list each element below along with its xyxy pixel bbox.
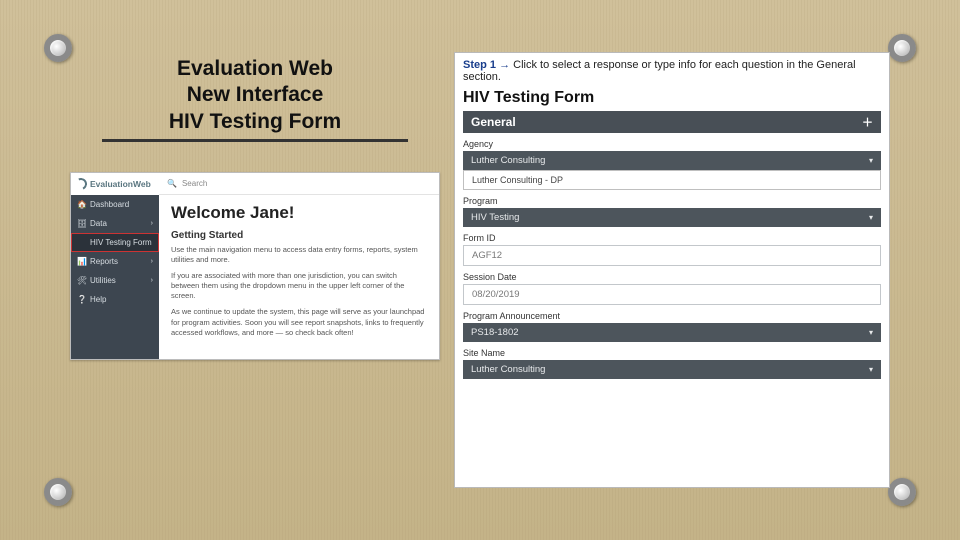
database-icon: 🗄: [77, 219, 86, 228]
form-id-label: Form ID: [463, 233, 881, 243]
agency-select[interactable]: Luther Consulting ▾: [463, 151, 881, 170]
chevron-right-icon: ›: [151, 220, 153, 227]
welcome-area: Welcome Jane! Getting Started Use the ma…: [159, 195, 439, 352]
nav-label: Reports: [90, 257, 118, 266]
nav-label: Utilities: [90, 276, 116, 285]
brand-logo-icon: [73, 176, 88, 191]
site-name-select[interactable]: Luther Consulting ▾: [463, 360, 881, 379]
nav-label: HIV Testing Form: [90, 238, 152, 247]
agency-label: Agency: [463, 139, 881, 149]
chevron-down-icon: ▾: [869, 328, 873, 337]
program-label: Program: [463, 196, 881, 206]
brand-text: EvaluationWeb: [90, 179, 151, 189]
nav-label: Dashboard: [90, 200, 129, 209]
search-input[interactable]: 🔍 Search: [159, 173, 439, 195]
arrow-right-icon: →: [499, 59, 510, 71]
nav-data[interactable]: 🗄 Data ›: [71, 214, 159, 233]
tools-icon: 🛠: [77, 276, 86, 285]
nav-label: Help: [90, 295, 106, 304]
nav-reports[interactable]: 📊 Reports ›: [71, 252, 159, 271]
intro-paragraph-2: If you are associated with more than one…: [171, 271, 427, 301]
app-screenshot: EvaluationWeb 🏠 Dashboard 🗄 Data › HIV T…: [70, 172, 440, 360]
chevron-down-icon: ▾: [869, 365, 873, 374]
title-line3: HIV Testing Form: [169, 110, 341, 133]
nav-hiv-testing-form[interactable]: HIV Testing Form: [71, 233, 159, 252]
search-icon: 🔍: [167, 179, 177, 188]
session-date-label: Session Date: [463, 272, 881, 282]
chevron-right-icon: ›: [151, 277, 153, 284]
nav-help[interactable]: ❔ Help: [71, 290, 159, 309]
nav-label: Data: [90, 219, 107, 228]
slide-content: Evaluation Web New Interface HIV Testing…: [70, 52, 890, 488]
nav-utilities[interactable]: 🛠 Utilities ›: [71, 271, 159, 290]
program-announcement-value: PS18-1802: [471, 327, 519, 338]
search-placeholder: Search: [182, 179, 207, 188]
site-name-value: Luther Consulting: [471, 364, 545, 375]
binder-ring: [888, 34, 916, 62]
agency-option[interactable]: Luther Consulting - DP: [464, 171, 880, 189]
title-line1: Evaluation Web: [177, 57, 333, 80]
program-value: HIV Testing: [471, 212, 519, 223]
program-announcement-label: Program Announcement: [463, 311, 881, 321]
agency-selected-value: Luther Consulting: [471, 155, 545, 166]
help-icon: ❔: [77, 295, 86, 304]
welcome-heading: Welcome Jane!: [171, 203, 427, 223]
step-text: Click to select a response or type info …: [463, 59, 856, 83]
left-column: Evaluation Web New Interface HIV Testing…: [70, 52, 440, 488]
chevron-right-icon: ›: [151, 258, 153, 265]
right-panel: Step 1 → Click to select a response or t…: [454, 52, 890, 488]
session-date-input[interactable]: 08/20/2019: [463, 284, 881, 305]
step-number: Step 1: [463, 59, 496, 71]
binder-ring: [44, 34, 72, 62]
binder-ring: [888, 478, 916, 506]
agency-dropdown-list: Luther Consulting - DP: [463, 170, 881, 190]
getting-started-heading: Getting Started: [171, 230, 427, 241]
home-icon: 🏠: [77, 200, 86, 209]
title-line2: New Interface: [187, 83, 324, 106]
chart-icon: 📊: [77, 257, 86, 266]
intro-paragraph-1: Use the main navigation menu to access d…: [171, 245, 427, 265]
program-select[interactable]: HIV Testing ▾: [463, 208, 881, 227]
section-label: General: [471, 115, 516, 129]
app-main: 🔍 Search Welcome Jane! Getting Started U…: [159, 173, 439, 359]
program-announcement-select[interactable]: PS18-1802 ▾: [463, 323, 881, 342]
section-header-general[interactable]: General ＋: [463, 111, 881, 133]
form-title: HIV Testing Form: [463, 89, 881, 107]
binder-ring: [44, 478, 72, 506]
chevron-down-icon: ▾: [869, 213, 873, 222]
app-sidebar: EvaluationWeb 🏠 Dashboard 🗄 Data › HIV T…: [71, 173, 159, 359]
brand: EvaluationWeb: [71, 173, 159, 195]
expand-icon: ＋: [862, 114, 873, 130]
step-instruction: Step 1 → Click to select a response or t…: [463, 59, 881, 83]
form-id-input[interactable]: AGF12: [463, 245, 881, 266]
chevron-down-icon: ▾: [869, 156, 873, 165]
intro-paragraph-3: As we continue to update the system, thi…: [171, 307, 427, 337]
slide-title: Evaluation Web New Interface HIV Testing…: [70, 52, 440, 150]
title-underline: [102, 139, 408, 142]
nav-dashboard[interactable]: 🏠 Dashboard: [71, 195, 159, 214]
site-name-label: Site Name: [463, 348, 881, 358]
